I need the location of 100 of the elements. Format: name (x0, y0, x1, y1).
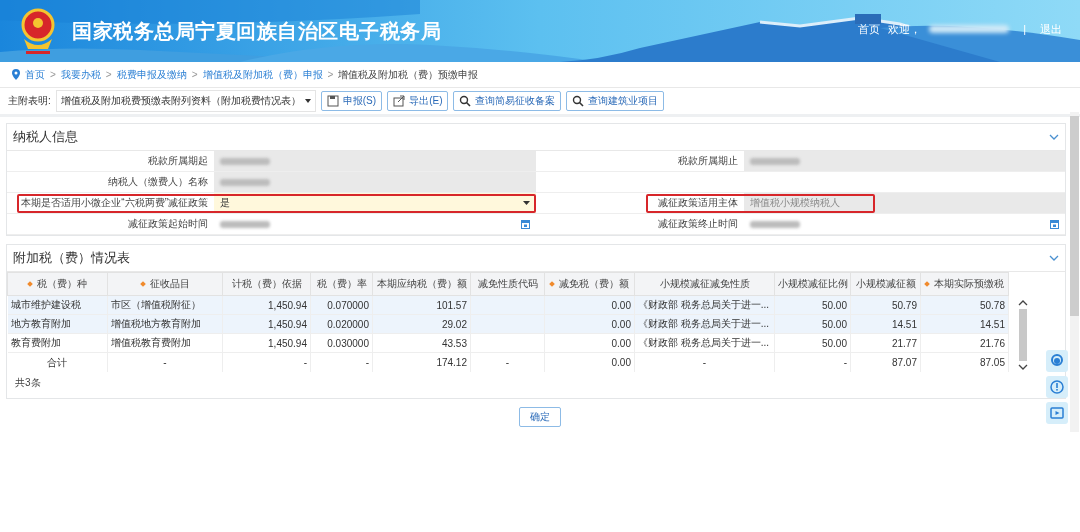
total-label: 合计 (47, 356, 68, 368)
calendar-icon (521, 219, 530, 229)
table-cell: 21.76 (979, 337, 1005, 349)
panel-title: 附加税（费）情况表 (13, 249, 130, 267)
table-row[interactable]: 地方教育附加 增值税地方教育附加 1,450.94 0.020000 29.02 0.00 《财政部 税务总局关于进一... 50.00 14.51 14.51 (7, 314, 1009, 334)
table-cell: 21.77 (891, 337, 917, 349)
caret-icon (523, 201, 530, 205)
field-label: 纳税人（缴费人）名称 (108, 175, 208, 189)
breadcrumb-link[interactable]: 我要办税 (60, 67, 101, 82)
table-cell: 14.51 (891, 318, 917, 330)
column-header: 小规模减征额 (850, 272, 921, 296)
table-cell: 《财政部 税务总局关于进一... (638, 318, 770, 329)
headset-icon (1049, 353, 1065, 369)
alert-button[interactable] (1046, 376, 1068, 398)
save-icon (326, 95, 339, 107)
scroll-down-icon (1018, 364, 1028, 370)
table-cell: 1,450.94 (268, 299, 307, 311)
table-cell: 城市维护建设税 (10, 299, 81, 310)
breadcrumb-link[interactable]: 增值税及附加税（费）申报 (202, 67, 323, 82)
column-header: 减免税（费）额 (544, 272, 635, 296)
export-button[interactable]: 导出(E) (387, 91, 449, 111)
query-button[interactable]: 查询简易征收备案 (453, 91, 562, 111)
total-cell: 0.00 (611, 357, 631, 368)
table-cell: 29.02 (441, 318, 467, 330)
search-icon (459, 95, 472, 107)
breadcrumb-separator: > (50, 69, 56, 80)
export-icon (393, 95, 406, 107)
total-cell: - (365, 357, 369, 368)
total-cell: 87.05 (979, 357, 1005, 368)
query-button[interactable]: 查询建筑业项目 (566, 91, 665, 111)
video-icon (1049, 405, 1065, 421)
redacted-value (220, 157, 270, 165)
column-header: 本期应纳税（费）额 (372, 272, 471, 296)
table-cell: 《财政部 税务总局关于进一... (638, 337, 770, 348)
breadcrumb-link[interactable]: 首页 (25, 67, 45, 82)
total-cell: - (843, 357, 847, 368)
table-cell: 50.00 (821, 318, 847, 330)
page-scrollbar[interactable] (1070, 112, 1079, 432)
video-button[interactable] (1046, 402, 1068, 424)
table-cell: 101.57 (436, 299, 467, 311)
table-cell: 50.78 (979, 299, 1005, 311)
breadcrumb-separator: > (105, 69, 112, 80)
table-select[interactable]: 增值税及附加税费预缴表附列资料（附加税费情况表） (55, 90, 316, 112)
table-cell: 50.79 (891, 299, 917, 311)
table-cell: 0.00 (611, 318, 631, 330)
site-title: 国家税务总局宁夏回族自治区电子税务局 (72, 18, 441, 44)
welcome-text: 欢迎， (888, 21, 922, 37)
field-label: 减征政策终止时间 (658, 217, 738, 231)
breadcrumb-link[interactable]: 税费申报及缴纳 (116, 67, 187, 82)
table-cell: 1,450.94 (268, 337, 307, 349)
calendar-icon (1050, 219, 1059, 229)
table-row[interactable]: 城市维护建设税 市区（增值税附征） 1,450.94 0.070000 101.57 0.00 《财政部 税务总局关于进一... 50.00 50.79 50.78 (7, 295, 1009, 315)
column-header: 减免性质代码 (470, 272, 545, 296)
table-cell: 14.51 (979, 318, 1005, 330)
table-cell: 0.070000 (327, 299, 369, 311)
table-cell: 增值税地方教育附加 (111, 318, 201, 329)
chevron-icon[interactable] (1049, 134, 1059, 140)
column-header: 税（费）种 (7, 272, 108, 296)
separator: | (1023, 23, 1026, 35)
total-cell: - (702, 357, 707, 368)
table-cell: 50.00 (821, 299, 847, 311)
table-cell: 0.030000 (327, 337, 369, 349)
column-header: 税（费）率 (310, 272, 373, 296)
redacted-value (750, 220, 800, 228)
total-cell: - (505, 357, 510, 368)
redacted-value (220, 220, 270, 228)
total-cell: - (163, 357, 167, 368)
table-cell: 43.53 (441, 337, 467, 349)
table-cell: 市区（增值税附征） (111, 299, 201, 310)
record-count: 共3条 (15, 376, 41, 390)
table-cell: 0.00 (611, 299, 631, 311)
table-cell: 50.00 (821, 337, 847, 349)
redacted-value (220, 178, 270, 186)
total-cell: - (303, 357, 307, 368)
search-icon (572, 95, 585, 107)
table-cell: 《财政部 税务总局关于进一... (638, 299, 770, 310)
table-cell: 0.020000 (327, 318, 369, 330)
redacted-value (750, 157, 800, 165)
alert-icon (1049, 379, 1065, 395)
location-pin-icon (12, 69, 20, 80)
confirm-button[interactable]: 确定 (519, 407, 561, 427)
field-label: 税款所属期止 (678, 154, 738, 168)
total-cell: 87.07 (891, 357, 917, 368)
field-label: 税款所属期起 (148, 154, 208, 168)
table-cell: 增值税教育费附加 (111, 337, 191, 348)
column-header: 本期实际预缴税 (920, 272, 1009, 296)
table-cell: 0.00 (611, 337, 631, 349)
submit-button[interactable]: 申报(S) (320, 91, 383, 111)
home-link[interactable]: 首页 (858, 21, 881, 37)
readonly-field: 增值税小规模纳税人 (744, 193, 1065, 213)
column-header: 小规模减征比例 (774, 272, 851, 296)
caret-icon (304, 99, 311, 103)
table-cell: 教育费附加 (10, 337, 61, 348)
headset-button[interactable] (1046, 350, 1068, 372)
chevron-icon[interactable] (1049, 255, 1059, 261)
table-row[interactable]: 教育费附加 增值税教育费附加 1,450.94 0.030000 43.53 0.00 《财政部 税务总局关于进一... 50.00 21.77 21.76 (7, 333, 1009, 353)
table-select-label: 主附表明: (8, 94, 51, 108)
scroll-up-icon (1018, 300, 1028, 306)
field-label: 本期是否适用小微企业“六税两费”减征政策 (21, 196, 208, 210)
breadcrumb-separator: > (191, 69, 198, 80)
